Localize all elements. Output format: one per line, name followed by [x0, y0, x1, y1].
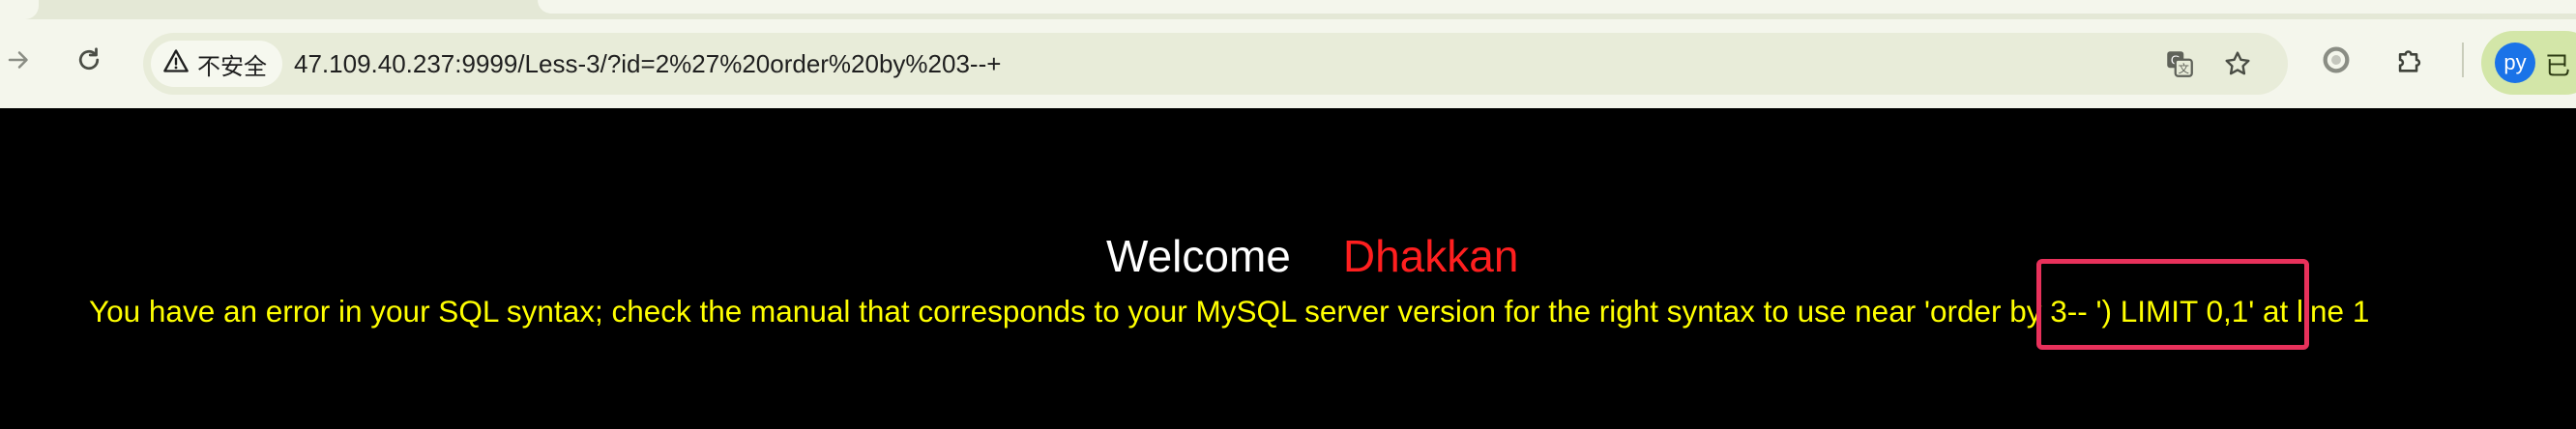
tab-active-fragment[interactable]: [538, 0, 2576, 14]
arrow-forward-icon[interactable]: [0, 41, 39, 79]
profile-button[interactable]: py 已: [2481, 31, 2576, 95]
url-text[interactable]: 47.109.40.237:9999/Less-3/?id=2%27%20ord…: [294, 48, 1001, 79]
annotation-highlight-box: [2036, 259, 2309, 350]
tab-left-fragment[interactable]: [0, 0, 39, 19]
tab-strip: [0, 0, 2576, 19]
svg-text:文: 文: [2179, 62, 2189, 75]
welcome-heading: Welcome Dhakkan: [1106, 230, 1518, 284]
page-content: Welcome Dhakkan You have an error in your…: [0, 108, 2576, 429]
profile-status-text: 已: [2545, 51, 2571, 80]
avatar: py: [2495, 43, 2535, 83]
reload-icon[interactable]: [70, 41, 108, 79]
warning-icon: [162, 47, 190, 81]
welcome-text: Welcome: [1106, 231, 1291, 281]
security-label: 不安全: [197, 53, 267, 80]
security-indicator[interactable]: 不安全: [151, 41, 282, 87]
puzzle-icon[interactable]: [2392, 43, 2427, 77]
translate-icon[interactable]: G文: [2162, 46, 2197, 81]
sql-error-message: You have an error in your SQL syntax; ch…: [89, 294, 2370, 329]
name-text: Dhakkan: [1342, 231, 1519, 281]
circle-extension-icon[interactable]: [2319, 43, 2354, 77]
address-bar[interactable]: 不安全 47.109.40.237:9999/Less-3/?id=2%27%2…: [143, 33, 2288, 95]
toolbar-divider: [2462, 43, 2464, 77]
browser-toolbar: 不安全 47.109.40.237:9999/Less-3/?id=2%27%2…: [0, 0, 2576, 108]
star-icon[interactable]: [2220, 46, 2255, 81]
